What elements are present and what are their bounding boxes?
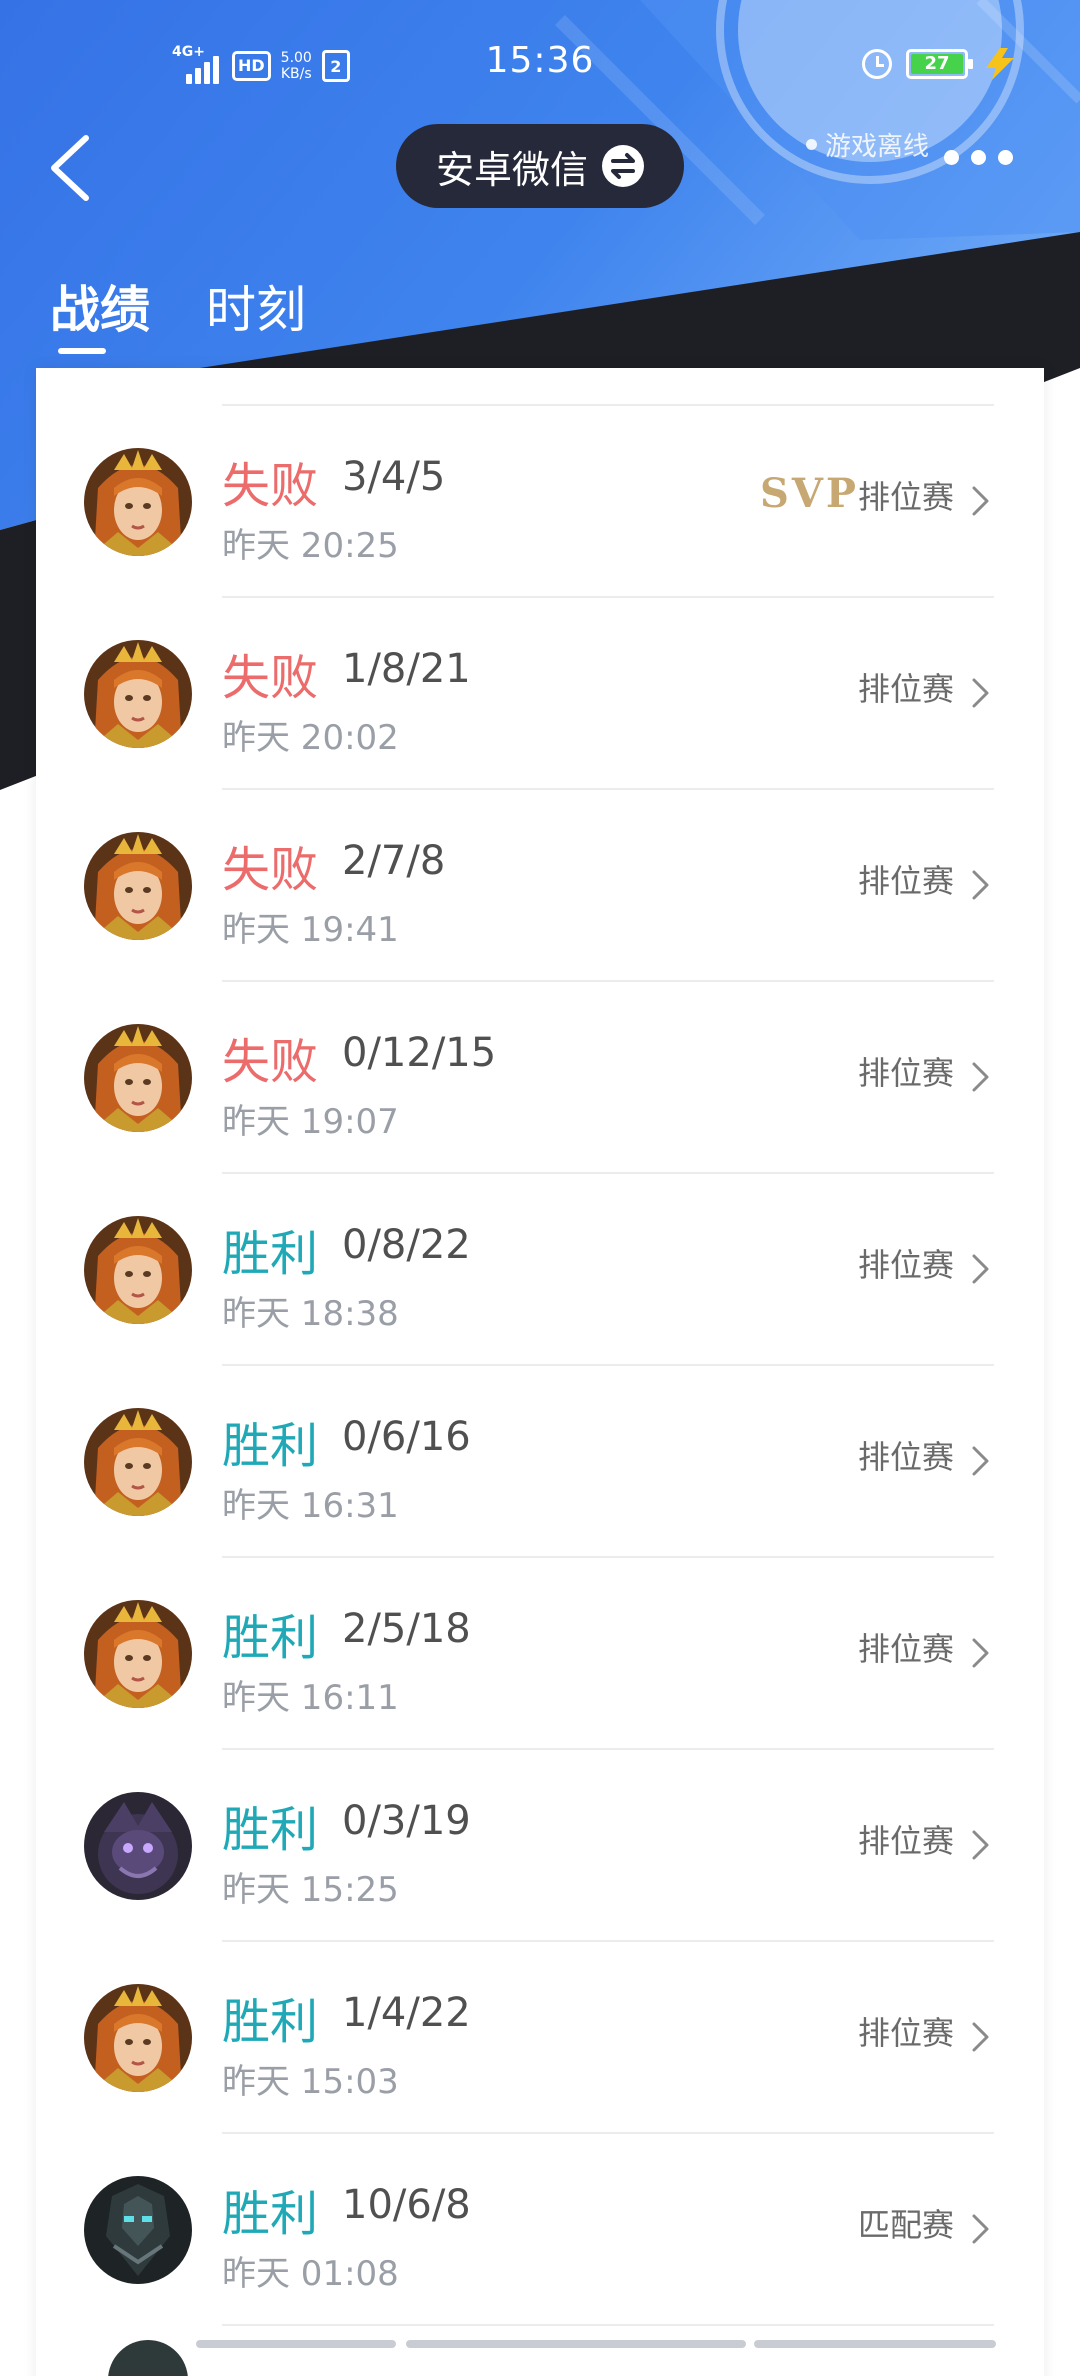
match-row[interactable]: 胜利 0/8/22 昨天 18:38 排位赛 [36, 1174, 1044, 1366]
swap-icon [602, 145, 644, 187]
match-mode: 排位赛 [857, 478, 954, 516]
account-name: 安卓微信 [435, 147, 588, 192]
match-time: 昨天 18:38 [222, 1294, 399, 1334]
partial-list-item [36, 2338, 1044, 2376]
match-time: 昨天 16:31 [222, 1486, 399, 1526]
match-kda: 2/5/18 [342, 1606, 471, 1652]
hero-avatar [84, 640, 192, 748]
match-result: 失败 [222, 1034, 319, 1090]
chevron-right-icon [972, 1830, 989, 1860]
match-row[interactable]: 胜利 2/5/18 昨天 16:11 排位赛 [36, 1558, 1044, 1750]
match-kda: 3/4/5 [342, 454, 446, 500]
match-mode: 排位赛 [857, 1822, 954, 1860]
tab-record[interactable]: 战绩 [50, 270, 150, 354]
match-row[interactable]: 失败 2/7/8 昨天 19:41 排位赛 [36, 790, 1044, 982]
match-mode: 排位赛 [857, 1630, 954, 1668]
hero-avatar [84, 832, 192, 940]
chevron-right-icon [972, 1062, 989, 1092]
partial-bar [406, 2340, 746, 2348]
chevron-right-icon [972, 870, 989, 900]
hero-avatar [84, 1792, 192, 1900]
chevron-right-icon [972, 2022, 989, 2052]
partial-bar [196, 2340, 396, 2348]
status-right-group: 27 [862, 48, 1018, 80]
match-time: 昨天 15:25 [222, 1870, 399, 1910]
match-row[interactable]: 胜利 10/6/8 昨天 01:08 匹配赛 [36, 2134, 1044, 2326]
match-row[interactable]: 失败 0/12/15 昨天 19:07 排位赛 [36, 982, 1044, 1174]
match-kda: 0/6/16 [342, 1414, 471, 1460]
battery-icon: 27 [906, 49, 973, 79]
match-result: 胜利 [222, 1418, 319, 1474]
chevron-right-icon [972, 1254, 989, 1284]
match-result: 失败 [222, 650, 319, 706]
game-status: 游戏离线 [806, 126, 929, 163]
match-kda: 0/12/15 [342, 1030, 497, 1076]
match-kda: 1/4/22 [342, 1990, 471, 2036]
match-row[interactable]: 失败 1/8/21 昨天 20:02 排位赛 [36, 598, 1044, 790]
match-time: 昨天 20:25 [222, 526, 399, 566]
match-row[interactable]: 失败 3/4/5 昨天 20:25 SVP 排位赛 [36, 406, 1044, 598]
hero-avatar [84, 2176, 192, 2284]
match-result: 失败 [222, 842, 319, 898]
hero-avatar [84, 1216, 192, 1324]
partial-bar [754, 2340, 996, 2348]
tab-bar: 战绩 时刻 [50, 270, 306, 354]
game-status-text: 游戏离线 [825, 132, 930, 162]
match-row[interactable]: 胜利 1/4/22 昨天 15:03 排位赛 [36, 1942, 1044, 2134]
more-options-icon[interactable] [944, 150, 1013, 165]
match-result: 胜利 [222, 1610, 319, 1666]
back-icon[interactable] [44, 128, 100, 208]
svp-badge: SVP [760, 470, 859, 517]
hero-avatar [84, 1984, 192, 2092]
hero-avatar [84, 1024, 192, 1132]
match-result: 胜利 [222, 1802, 319, 1858]
match-time: 昨天 16:11 [222, 1678, 399, 1718]
tab-moments[interactable]: 时刻 [206, 270, 306, 342]
hero-avatar [108, 2340, 188, 2376]
match-kda: 0/8/22 [342, 1222, 471, 1268]
chevron-right-icon [972, 2214, 989, 2244]
battery-level: 27 [911, 54, 963, 74]
chevron-right-icon [972, 486, 989, 516]
match-kda: 10/6/8 [342, 2182, 471, 2228]
charging-icon [986, 48, 1014, 80]
match-result: 胜利 [222, 1994, 319, 2050]
divider [222, 2324, 994, 2326]
status-dot-icon [806, 139, 817, 150]
match-time: 昨天 19:07 [222, 1102, 399, 1142]
match-list: 失败 3/4/5 昨天 20:25 SVP 排位赛 失败 1/8/21 昨天 20:02 排位赛… [36, 406, 1044, 2326]
match-result: 胜利 [222, 2186, 319, 2242]
match-mode: 排位赛 [857, 862, 954, 900]
match-row[interactable]: 胜利 0/6/16 昨天 16:31 排位赛 [36, 1366, 1044, 1558]
match-row[interactable]: 胜利 0/3/19 昨天 15:25 排位赛 [36, 1750, 1044, 1942]
chevron-right-icon [972, 1446, 989, 1476]
match-time: 昨天 15:03 [222, 2062, 399, 2102]
hero-avatar [84, 448, 192, 556]
match-mode: 排位赛 [857, 1246, 954, 1284]
account-switch-button[interactable]: 安卓微信 [396, 124, 684, 208]
match-mode: 排位赛 [857, 670, 954, 708]
match-mode: 排位赛 [857, 1054, 954, 1092]
match-mode: 匹配赛 [857, 2206, 954, 2244]
hero-avatar [84, 1408, 192, 1516]
match-kda: 0/3/19 [342, 1798, 471, 1844]
status-bar: 4G+ HD 5.00 KB/s 2 15:36 27 [0, 0, 1080, 130]
match-time: 昨天 01:08 [222, 2254, 399, 2294]
chevron-right-icon [972, 1638, 989, 1668]
match-time: 昨天 20:02 [222, 718, 399, 758]
match-kda: 1/8/21 [342, 646, 471, 692]
match-mode: 排位赛 [857, 1438, 954, 1476]
match-kda: 2/7/8 [342, 838, 446, 884]
hero-avatar [84, 1600, 192, 1708]
match-mode: 排位赛 [857, 2014, 954, 2052]
match-time: 昨天 19:41 [222, 910, 399, 950]
alarm-icon [862, 49, 892, 79]
match-result: 胜利 [222, 1226, 319, 1282]
match-result: 失败 [222, 458, 319, 514]
screen: 4G+ HD 5.00 KB/s 2 15:36 27 安卓微信 游戏离线 战绩… [0, 0, 1080, 2376]
match-history-card: 失败 3/4/5 昨天 20:25 SVP 排位赛 失败 1/8/21 昨天 20:02 排位赛… [36, 368, 1044, 2376]
chevron-right-icon [972, 678, 989, 708]
